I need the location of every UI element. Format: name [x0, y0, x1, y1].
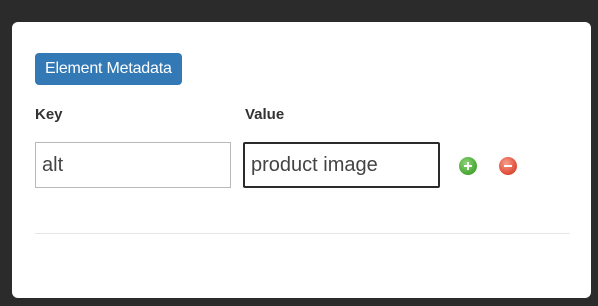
value-column-label: Value — [245, 106, 285, 123]
add-row-button[interactable] — [459, 157, 477, 175]
remove-row-button[interactable] — [499, 157, 517, 175]
plus-circle-icon — [464, 162, 472, 170]
key-column-label: Key — [35, 106, 63, 123]
minus-circle-icon — [504, 165, 512, 167]
key-input[interactable] — [35, 142, 231, 188]
element-metadata-badge: Element Metadata — [35, 53, 182, 85]
value-input[interactable] — [243, 142, 440, 188]
metadata-panel: Element Metadata Key Value — [12, 22, 591, 298]
section-divider — [35, 233, 570, 234]
window-frame: Element Metadata Key Value — [0, 0, 598, 306]
